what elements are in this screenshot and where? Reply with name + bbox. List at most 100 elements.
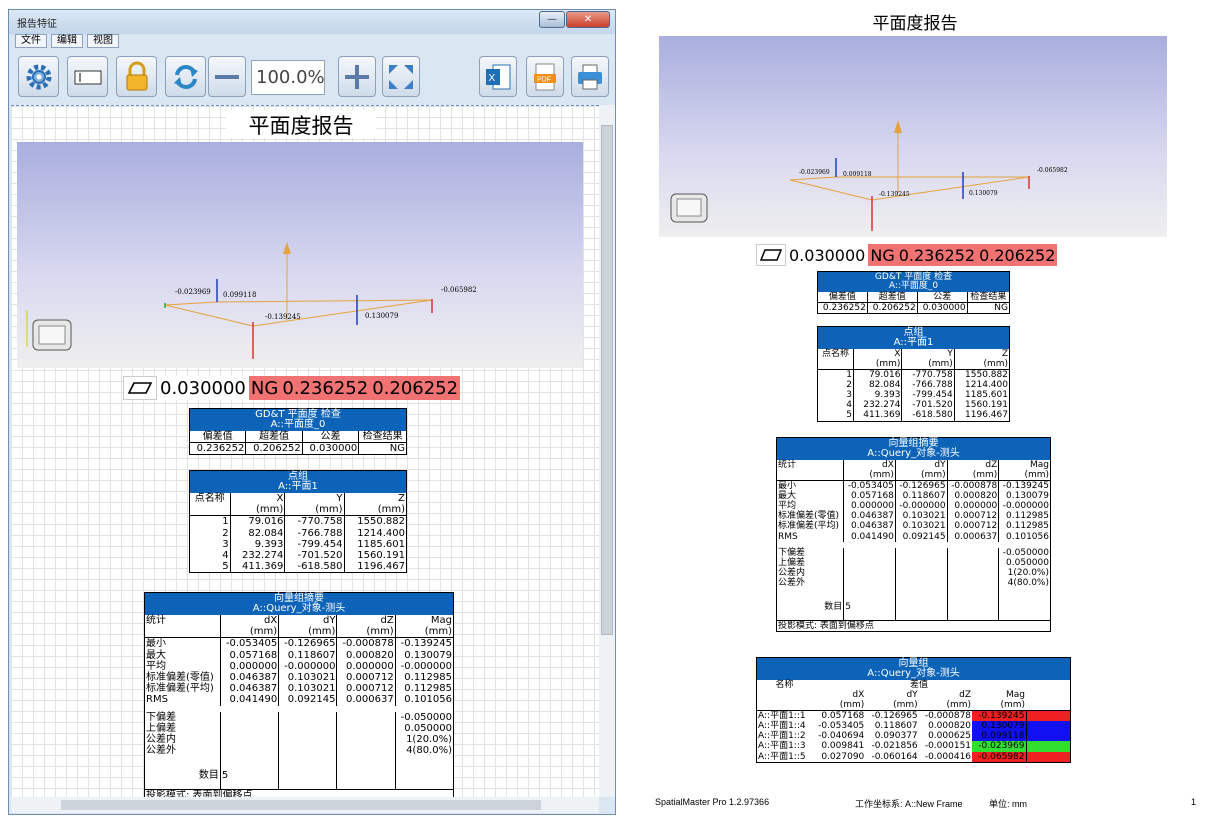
table-cell: RMS	[777, 532, 844, 545]
menu-view[interactable]: 视图	[87, 34, 119, 48]
table-cell: 平均	[777, 501, 844, 511]
rename-button[interactable]	[67, 56, 108, 97]
table-cell: 1550.882	[344, 516, 406, 528]
unit-label: (mm)	[230, 504, 285, 516]
export-pdf-button[interactable]: PDF	[526, 56, 564, 97]
table-cell: 0.000625	[919, 731, 972, 741]
table-cell: 0.101056	[395, 694, 453, 708]
table-cell: -799.454	[902, 390, 954, 400]
point-group-table: 点组A::平面1点名称XYZ(mm)(mm)(mm)179.016-770.75…	[189, 470, 407, 573]
table-cell: 标准偏差(平均)	[145, 683, 220, 694]
table-row: 最小-0.053405-0.126965-0.000878-0.139245	[145, 638, 453, 650]
gdt-subtitle: A::平面度_0	[190, 420, 406, 430]
title-bar[interactable]: 报告特征 — ✕	[9, 10, 615, 34]
svg-text:X: X	[489, 73, 496, 84]
scroll-thumb[interactable]	[61, 800, 541, 810]
table-cell	[279, 734, 337, 745]
unit-label: (mm)	[902, 359, 954, 370]
table-cell: -0.060164	[865, 752, 918, 762]
table-cell: A::平面1::4	[757, 721, 812, 731]
footer-frame: 工作坐标系: A::New Frame	[855, 797, 963, 810]
table-row: 下偏差-0.050000	[145, 709, 453, 723]
scroll-thumb[interactable]	[601, 125, 613, 635]
table-cell: 0.000712	[947, 511, 999, 521]
table-row: RMS0.0414900.0921450.0006370.101056	[777, 532, 1050, 545]
lock-icon	[122, 61, 152, 93]
table-cell: 4	[190, 550, 230, 561]
unit-label: (mm)	[395, 626, 453, 638]
gdt-subtitle: A::平面度_0	[818, 282, 1009, 291]
table-subtitle: A::平面1	[818, 338, 1009, 348]
column-header: Z	[344, 493, 406, 504]
table-row: 4232.274-701.5201560.191	[818, 400, 1009, 410]
export-excel-button[interactable]: X	[479, 56, 517, 97]
table-cell: 0.112985	[999, 521, 1050, 531]
table-cell	[895, 545, 947, 558]
table-cell: 标准偏差(零值)	[777, 511, 844, 521]
column-header: 统计	[777, 460, 844, 470]
settings-button[interactable]	[18, 56, 59, 97]
flatness-icon	[756, 244, 786, 266]
menu-edit[interactable]: 编辑	[51, 34, 83, 48]
lock-button[interactable]	[116, 56, 157, 97]
table-cell	[337, 745, 395, 756]
gdt-value: 0.030000	[917, 303, 967, 314]
table-cell: 411.369	[854, 410, 902, 420]
pdf-icon: PDF	[531, 62, 559, 92]
gdt-value: 0.030000	[302, 443, 358, 455]
table-cell: -0.000000	[279, 661, 337, 672]
close-button[interactable]: ✕	[566, 11, 610, 28]
table-cell: 0.000000	[220, 661, 278, 672]
table-cell: 1560.191	[344, 550, 406, 561]
table-cell: -618.580	[902, 410, 954, 420]
column-header: 差值	[812, 680, 1026, 690]
vector-label: -0.065982	[441, 286, 477, 294]
report-viewport[interactable]: 平面度报告 -0.023969 0.099118 -0.139245 0.130…	[11, 105, 599, 797]
out-of-tol-value: 0.206252	[370, 376, 460, 400]
table-row: RMS0.0414900.0921450.0006370.101056	[145, 694, 453, 708]
zoom-out-button[interactable]	[208, 56, 246, 97]
table-row: 39.393-799.4541185.601	[818, 390, 1009, 400]
table-cell: -0.000000	[395, 661, 453, 672]
gdt-value: NG	[359, 443, 406, 455]
table-cell: 0.057168	[220, 650, 278, 661]
table-cell: A::平面1::2	[757, 731, 812, 741]
table-cell: -0.040694	[812, 731, 865, 741]
table-cell: 0.092145	[895, 532, 947, 545]
minimize-button[interactable]: —	[539, 11, 565, 28]
status-badge: NG	[249, 376, 280, 400]
table-cell: 1214.400	[344, 528, 406, 539]
zoom-level-field[interactable]: 100.0%	[251, 60, 325, 95]
refresh-button[interactable]	[165, 56, 206, 97]
table-cell: -0.065982	[972, 752, 1026, 762]
table-cell: 最小	[777, 481, 844, 492]
zoom-in-button[interactable]	[338, 56, 376, 97]
horizontal-scrollbar[interactable]	[11, 797, 599, 813]
table-cell: 0.000637	[337, 694, 395, 708]
table-cell: -0.000151	[919, 741, 972, 751]
column-header: dZ	[919, 690, 972, 700]
gdt-header: 检查结果	[967, 292, 1009, 303]
menu-file[interactable]: 文件	[15, 34, 47, 48]
vertical-scrollbar[interactable]	[599, 105, 615, 797]
table-row: 最大0.0571680.1186070.0008200.130079	[777, 491, 1050, 501]
table-cell: 下偏差	[777, 545, 844, 558]
unit-label: (mm)	[337, 626, 395, 638]
table-cell: 0.101056	[999, 532, 1050, 545]
table-cell: -766.788	[902, 380, 954, 390]
unit-label: (mm)	[947, 470, 999, 481]
table-cell: 0.130079	[999, 491, 1050, 501]
print-button[interactable]	[571, 56, 609, 97]
vector-group-table: 向量组A::Query_对象-测头名称差值dXdYdZMag(mm)(mm)(m…	[756, 657, 1071, 763]
rename-icon	[73, 62, 103, 92]
table-cell: 0.103021	[895, 511, 947, 521]
table-cell: 上偏差	[777, 558, 844, 568]
table-row: 282.084-766.7881214.400	[818, 380, 1009, 390]
3d-view[interactable]: -0.023969 0.099118 -0.139245 0.130079 -0…	[17, 142, 583, 368]
table-cell: 4(80.0%)	[395, 745, 453, 756]
fit-button[interactable]	[382, 56, 420, 97]
table-cell: -799.454	[285, 539, 344, 550]
table-cell: 0.090377	[865, 731, 918, 741]
count-label: 数目	[145, 770, 220, 781]
column-header: Y	[902, 349, 954, 359]
